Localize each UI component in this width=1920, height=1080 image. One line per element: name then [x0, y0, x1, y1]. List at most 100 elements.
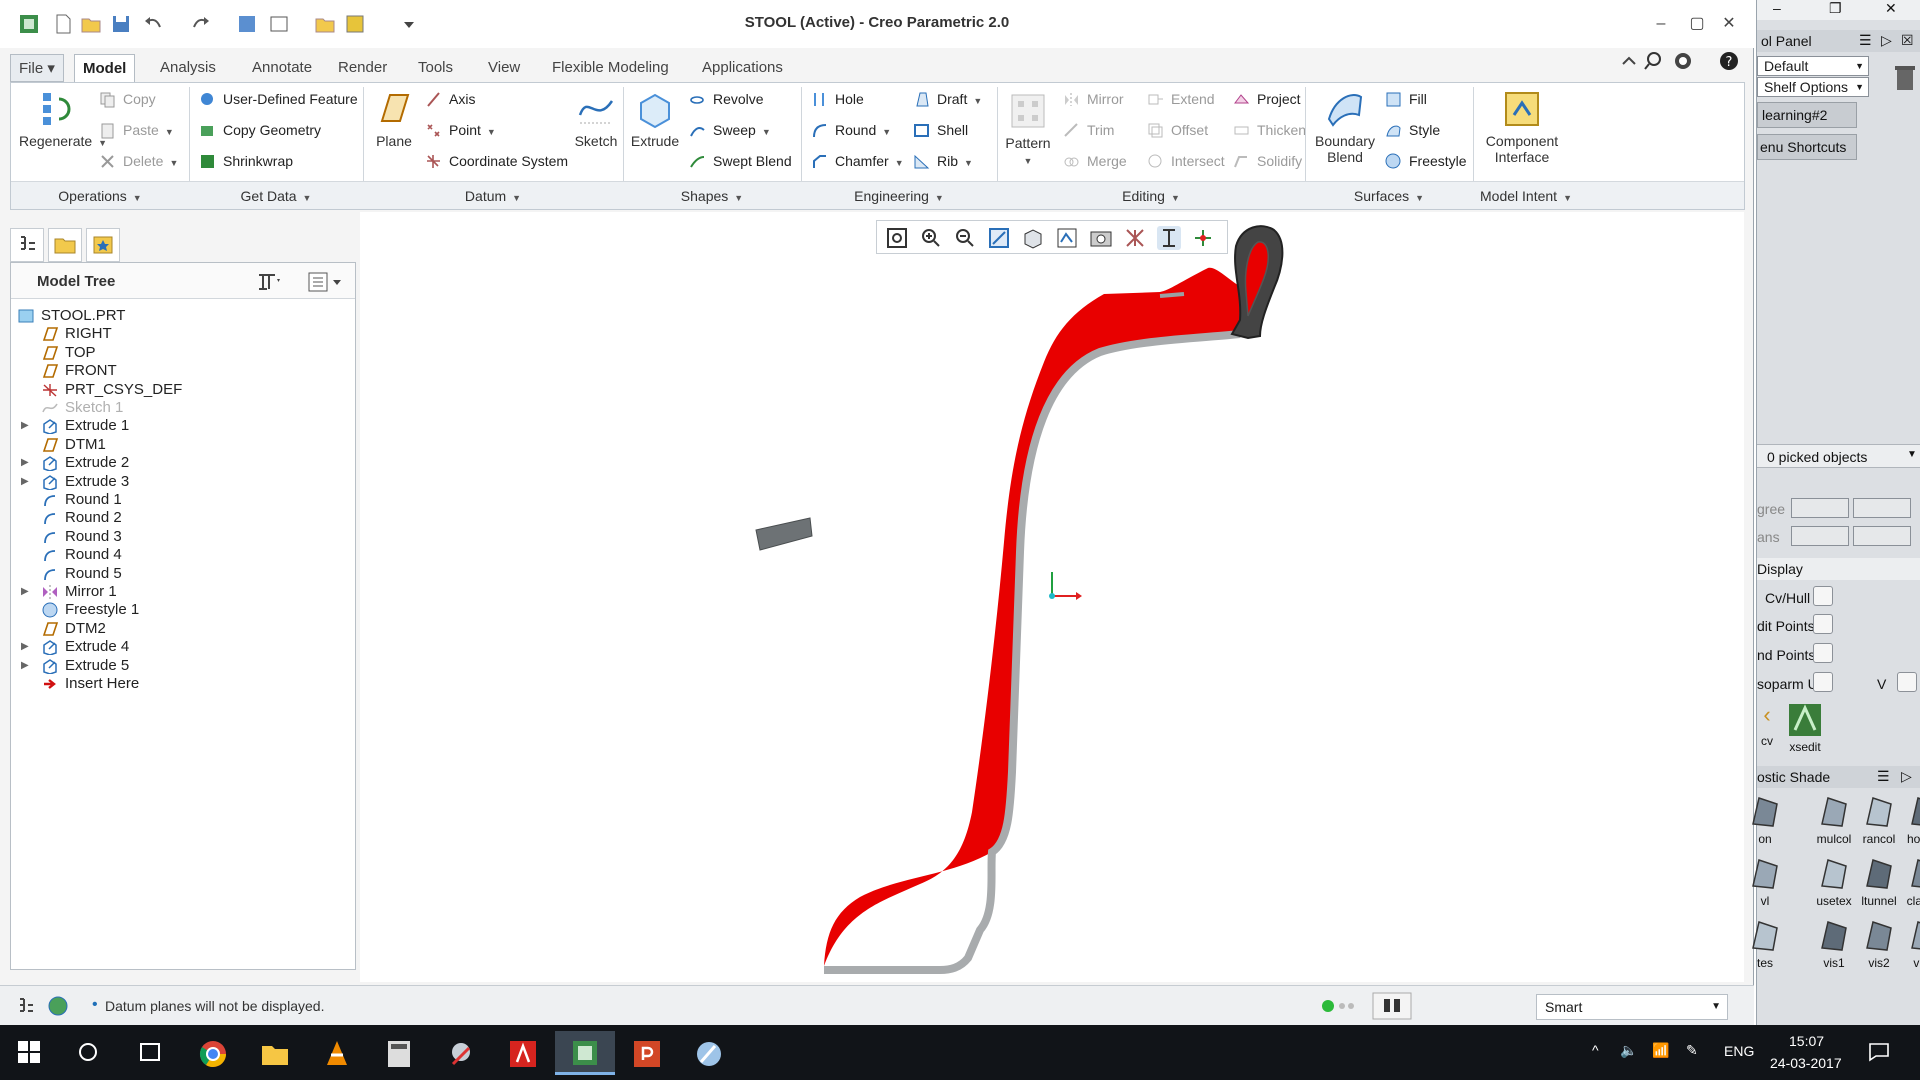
- diagnostic-tool[interactable]: vl: [1743, 856, 1787, 908]
- datum-display-filters-icon[interactable]: [1123, 226, 1147, 250]
- diagnostic-tool[interactable]: rancol: [1857, 794, 1901, 846]
- spans-u-field[interactable]: [1791, 526, 1849, 546]
- layout-select[interactable]: Default ▼: [1757, 56, 1869, 76]
- sweep-button[interactable]: Sweep ▼: [687, 119, 771, 141]
- cortana-search-icon[interactable]: [77, 1041, 99, 1063]
- regeneration-status-icon[interactable]: [1320, 998, 1356, 1014]
- annotation-display-icon[interactable]: [1157, 226, 1181, 250]
- diagnostic-tool[interactable]: usetex: [1812, 856, 1856, 908]
- degree-u-field[interactable]: [1791, 498, 1849, 518]
- command-search-icon[interactable]: [1672, 50, 1694, 72]
- diagnostic-tool[interactable]: mulcol: [1812, 794, 1856, 846]
- maximize-button[interactable]: ▢: [1684, 12, 1710, 36]
- navigator-toggle-icon[interactable]: [14, 994, 38, 1018]
- pen-icon[interactable]: ✎: [1686, 1042, 1698, 1059]
- rib-button[interactable]: Rib ▼: [911, 150, 973, 172]
- surfaces-group-label[interactable]: Surfaces ▼: [1305, 182, 1473, 210]
- boundary-blend-button[interactable]: Boundary Blend: [1307, 89, 1383, 165]
- editing-group-label[interactable]: Editing ▼: [997, 182, 1305, 210]
- end-points-checkbox[interactable]: [1813, 643, 1833, 663]
- diagnostic-tool[interactable]: clayao: [1902, 856, 1920, 908]
- diagnostic-tool[interactable]: vis1: [1812, 918, 1856, 970]
- adobe-reader-taskbar-app[interactable]: [493, 1031, 553, 1075]
- expand-arrow-icon[interactable]: ▶: [21, 581, 29, 603]
- spin-center-icon[interactable]: [1191, 226, 1215, 250]
- minimize-button[interactable]: –: [1648, 12, 1674, 36]
- trash-icon[interactable]: [1891, 62, 1919, 94]
- panel-expand-icon[interactable]: ▷: [1881, 32, 1892, 49]
- expand-arrow-icon[interactable]: ▶: [21, 655, 29, 677]
- snipping-tool-taskbar-app[interactable]: [431, 1031, 491, 1075]
- coordinate-system-button[interactable]: Coordinate System: [423, 150, 568, 172]
- help-icon[interactable]: ?: [1718, 50, 1740, 72]
- edit-points-checkbox[interactable]: [1813, 614, 1833, 634]
- get-data-group-label[interactable]: Get Data ▼: [189, 182, 363, 210]
- tree-settings-icon[interactable]: [255, 271, 281, 293]
- fill-button[interactable]: Fill: [1383, 88, 1427, 110]
- show-hidden-icons[interactable]: ^: [1592, 1042, 1599, 1058]
- windows-start-icon[interactable]: [18, 1041, 40, 1063]
- tab-file[interactable]: File ▾: [10, 54, 64, 82]
- refit-icon[interactable]: [885, 226, 909, 250]
- isoparm-u-checkbox[interactable]: [1813, 672, 1833, 692]
- copy-button[interactable]: Copy: [97, 88, 156, 110]
- tab-view[interactable]: View: [480, 54, 528, 82]
- close-button[interactable]: ✕: [1716, 12, 1742, 36]
- tab-favorites[interactable]: [86, 228, 120, 262]
- shelf-tab-learning[interactable]: learning#2: [1757, 102, 1857, 128]
- axis-button[interactable]: Axis: [423, 88, 475, 110]
- cv-hull-checkbox[interactable]: [1813, 586, 1833, 606]
- browser-toggle-icon[interactable]: [46, 994, 70, 1018]
- tree-show-icon[interactable]: [307, 271, 343, 293]
- diag-menu-icon[interactable]: ☰: [1877, 768, 1890, 785]
- file-explorer-taskbar-app[interactable]: [245, 1031, 305, 1075]
- mirror-button[interactable]: Mirror: [1061, 88, 1124, 110]
- diagnostic-tool[interactable]: tes: [1743, 918, 1787, 970]
- cv-tool[interactable]: ‹ cv: [1757, 702, 1777, 748]
- solidify-button[interactable]: Solidify: [1231, 150, 1302, 172]
- expand-arrow-icon[interactable]: ▶: [21, 415, 29, 437]
- project-button[interactable]: Project: [1231, 88, 1301, 110]
- tab-analysis[interactable]: Analysis: [152, 54, 224, 82]
- spans-v-field[interactable]: [1853, 526, 1911, 546]
- stool-model-view[interactable]: [360, 212, 1744, 982]
- collapse-ribbon-icon[interactable]: [1618, 50, 1640, 72]
- hole-button[interactable]: Hole: [809, 88, 864, 110]
- engineering-group-label[interactable]: Engineering ▼: [801, 182, 997, 210]
- component-interface-button[interactable]: Component Interface: [1477, 89, 1567, 165]
- extrude-button[interactable]: Extrude: [627, 89, 683, 149]
- stool-model[interactable]: [824, 267, 1258, 966]
- display-style-icon[interactable]: [1021, 226, 1045, 250]
- panel-menu-icon[interactable]: ☰: [1859, 32, 1872, 49]
- chamfer-button[interactable]: Chamfer ▼: [809, 150, 904, 172]
- plane-button[interactable]: Plane: [369, 89, 419, 149]
- tab-render[interactable]: Render: [330, 54, 395, 82]
- calculator-taskbar-app[interactable]: [369, 1031, 429, 1075]
- tab-model[interactable]: Model: [74, 54, 136, 82]
- creo-taskbar-app[interactable]: [555, 1031, 615, 1075]
- network-icon[interactable]: 📶: [1652, 1042, 1669, 1059]
- copy-geometry-button[interactable]: Copy Geometry: [197, 119, 321, 141]
- diagnostic-tool[interactable]: vis2: [1857, 918, 1901, 970]
- picked-objects-bar[interactable]: 0 picked objects ▼: [1757, 444, 1920, 468]
- xsedit-tool[interactable]: xsedit: [1783, 702, 1827, 754]
- find-icon[interactable]: [1372, 992, 1412, 1020]
- round-button[interactable]: Round ▼: [809, 119, 891, 141]
- delete-button[interactable]: Delete ▼: [97, 150, 178, 172]
- diag-expand-icon[interactable]: ▷: [1901, 768, 1912, 785]
- intersect-button[interactable]: Intersect: [1145, 150, 1225, 172]
- tab-annotate[interactable]: Annotate: [244, 54, 320, 82]
- sketch-button[interactable]: Sketch: [567, 89, 625, 149]
- shelf-options-select[interactable]: Shelf Options ▼: [1757, 77, 1869, 97]
- chrome-taskbar-app[interactable]: [183, 1031, 243, 1075]
- shrinkwrap-button[interactable]: Shrinkwrap: [197, 150, 293, 172]
- alias-taskbar-app[interactable]: [679, 1031, 739, 1075]
- shelf-tab-menu-shortcuts[interactable]: enu Shortcuts: [1757, 134, 1857, 160]
- action-center-icon[interactable]: [1868, 1042, 1890, 1062]
- paste-button[interactable]: Paste ▼: [97, 119, 174, 141]
- language-indicator[interactable]: ENG: [1724, 1043, 1754, 1059]
- user-defined-feature-button[interactable]: User-Defined Feature: [197, 88, 358, 110]
- tab-folder-browser[interactable]: [48, 228, 82, 262]
- offset-button[interactable]: Offset: [1145, 119, 1208, 141]
- diagnostic-tool[interactable]: on: [1743, 794, 1787, 846]
